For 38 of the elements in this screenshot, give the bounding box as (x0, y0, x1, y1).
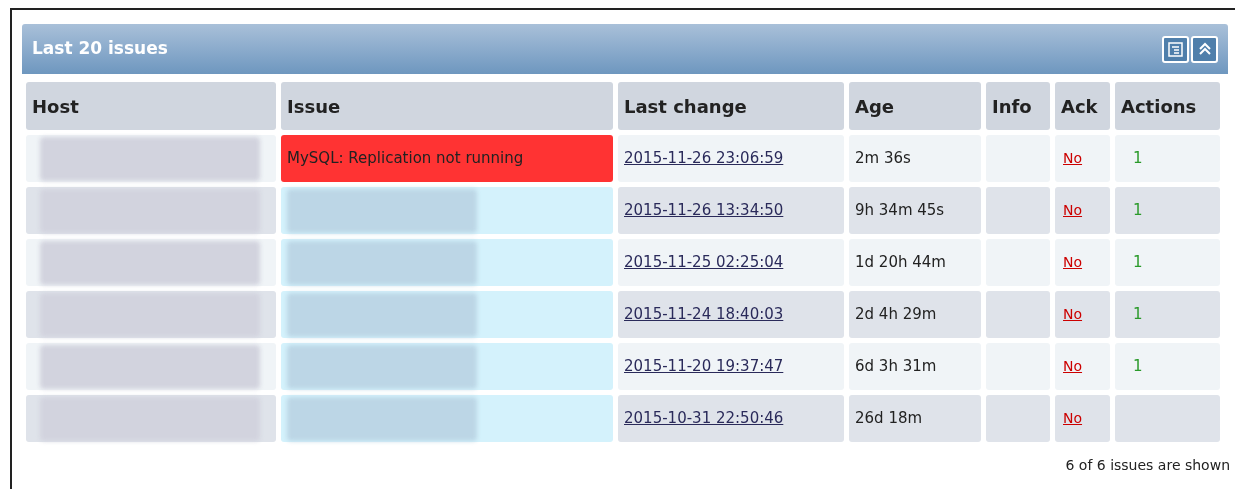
ack-link[interactable]: No (1063, 304, 1083, 325)
table-cell: 2d 4h 29m (849, 291, 981, 338)
issue-text: MySQL: Replication not running (287, 148, 524, 170)
column-header: Actions (1115, 82, 1220, 130)
table-cell (986, 395, 1050, 442)
collapse-icon[interactable] (1191, 35, 1218, 63)
last-change-link[interactable]: 2015-11-20 19:37:47 (624, 355, 784, 378)
last-change-link[interactable]: 2015-11-26 13:34:50 (624, 199, 784, 222)
column-header: Ack (1055, 82, 1110, 130)
table-cell: 1 (1115, 187, 1220, 234)
table-cell: 2m 36s (849, 135, 981, 182)
last-change-link[interactable]: 2015-11-26 23:06:59 (624, 147, 784, 170)
column-header: Issue (281, 82, 613, 130)
table-cell: 1 (1115, 135, 1220, 182)
ack-link[interactable]: No (1063, 200, 1083, 221)
column-header: Last change (618, 82, 844, 130)
table-cell: 26d 18m (849, 395, 981, 442)
table-cell: 1 (1115, 291, 1220, 338)
table-cell: 1 (1115, 343, 1220, 390)
last-change-link[interactable]: 2015-10-31 22:50:46 (624, 407, 784, 430)
ack-link[interactable]: No (1063, 408, 1083, 429)
list-icon[interactable] (1162, 35, 1189, 63)
column-header: Host (26, 82, 276, 130)
column-header: Age (849, 82, 981, 130)
ack-link[interactable]: No (1063, 356, 1083, 377)
table-cell: 9h 34m 45s (849, 187, 981, 234)
widget-title: Last 20 issues (32, 37, 168, 61)
table-cell (986, 187, 1050, 234)
last-change-link[interactable]: 2015-11-24 18:40:03 (624, 303, 784, 326)
column-header: Info (986, 82, 1050, 130)
table-cell: 1 (1115, 239, 1220, 286)
table-cell: 1d 20h 44m (849, 239, 981, 286)
ack-link[interactable]: No (1063, 148, 1083, 169)
ack-link[interactable]: No (1063, 252, 1083, 273)
table-cell: 6d 3h 31m (849, 343, 981, 390)
footer-text: 6 of 6 issues are shown (1065, 456, 1230, 475)
last-change-link[interactable]: 2015-11-25 02:25:04 (624, 251, 784, 274)
table-cell (986, 291, 1050, 338)
